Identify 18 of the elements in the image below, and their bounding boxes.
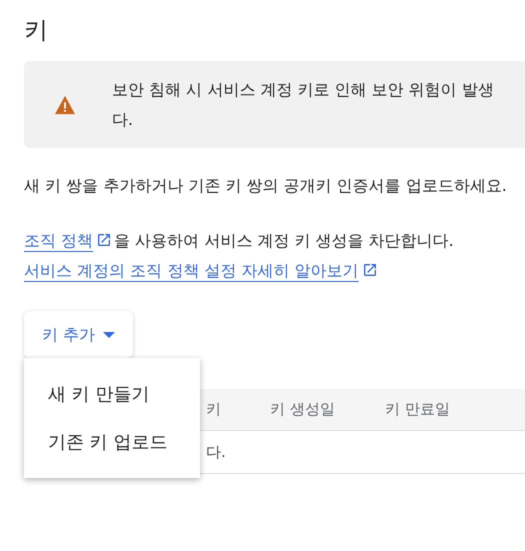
description-text: 새 키 쌍을 추가하거나 기존 키 쌍의 공개키 인증서를 업로드하세요. <box>24 175 508 197</box>
policy-link[interactable]: 조직 정책 <box>24 231 94 250</box>
alert-text: 보안 침해 시 서비스 계정 키로 인해 보안 위험이 발생 <box>112 78 494 100</box>
page-title: 키 <box>24 15 49 46</box>
policy-text: 을 사용하여 서비스 계정 키 생성을 차단합니다. <box>114 231 454 250</box>
learn-more-link[interactable]: 서비스 계정의 조직 정책 설정 자세히 알아보기 <box>24 261 359 280</box>
empty-table-text: 다. <box>206 442 226 463</box>
column-header: 키 만료일 <box>385 399 451 420</box>
column-header: 키 생성일 <box>270 399 336 420</box>
external-link-icon <box>96 232 112 248</box>
column-header: 키 <box>206 399 222 420</box>
menu-item[interactable]: 기존 키 업로드 <box>24 418 200 466</box>
add-key-button[interactable]: 키 추가 <box>24 311 134 358</box>
warning-icon <box>54 94 76 114</box>
alert-text: 다. <box>112 108 134 130</box>
menu-item[interactable]: 새 키 만들기 <box>24 370 200 418</box>
external-link-icon <box>362 262 378 278</box>
caret-icon <box>103 332 116 338</box>
